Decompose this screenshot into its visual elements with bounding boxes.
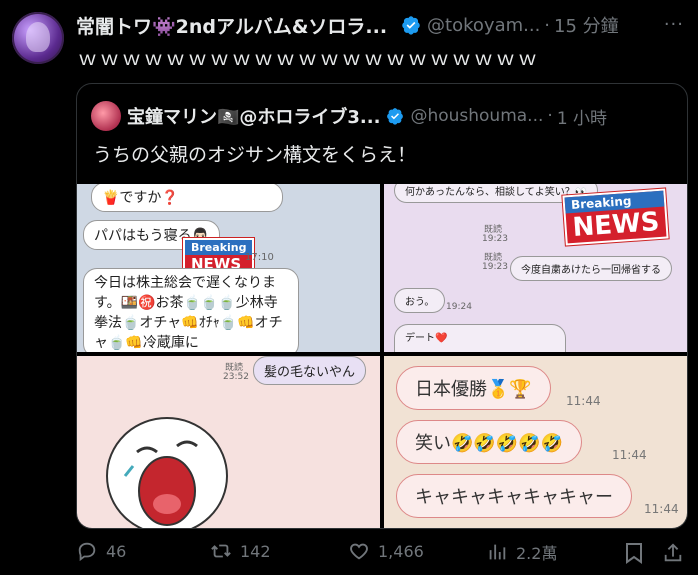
message-time: 19:23 xyxy=(482,262,508,272)
chat-image-2[interactable]: 何かあったんなら、相談してよ笑い？👀 Breaking NEWS 既読 19:2… xyxy=(384,184,687,352)
image-grid: 🍟ですか❓ パパはもう寝る👨🏻 Breaking NEWS 17:10 今日は株… xyxy=(77,184,687,528)
post-header: 常闇トワ👾2ndアルバム&ソロラ... @tokoyam... · 15 分鐘 xyxy=(76,10,686,40)
action-bar: 46 142 1,466 2.2萬 xyxy=(76,540,686,570)
verified-badge-icon xyxy=(402,16,420,35)
quote-author-handle[interactable]: @houshouma... xyxy=(410,106,543,126)
share-icon[interactable] xyxy=(662,542,684,564)
shouting-character-sticker xyxy=(106,417,228,528)
repost-icon xyxy=(211,544,231,558)
chat-bubble-long: 今日は株主総会で遅くなります。🍱㊗️お茶🍵🍵🍵少林寺拳法🍵オチャ👊ｵﾁｬ🍵👊オチ… xyxy=(83,268,299,352)
chat-image-3[interactable]: 既読 23:52 髪の毛ないやん xyxy=(77,356,380,528)
chat-bubble: 髪の毛ないやん xyxy=(253,356,367,385)
chat-bubble: キャキャキャキャキャー xyxy=(396,474,632,518)
quote-text: うちの父親のオジサン構文をくらえ！ xyxy=(93,144,417,166)
chat-image-4[interactable]: 日本優勝🥇🏆 11:44 笑い🤣🤣🤣🤣🤣 11:44 キャキャキャキャキャー 1… xyxy=(384,356,687,528)
message-time: 19:23 xyxy=(482,234,508,244)
chat-bubble: 日本優勝🥇🏆 xyxy=(396,366,551,410)
author-name[interactable]: 常闇トワ👾2ndアルバム&ソロラ... xyxy=(76,12,387,39)
views-count: 2.2萬 xyxy=(516,544,558,563)
news-bottom-label: NEWS xyxy=(571,206,661,243)
more-options-icon[interactable]: ··· xyxy=(664,14,684,35)
chat-bubble: デート❤️ xyxy=(394,324,566,352)
chat-image-1[interactable]: 🍟ですか❓ パパはもう寝る👨🏻 Breaking NEWS 17:10 今日は株… xyxy=(77,184,380,352)
chat-bubble: 笑い🤣🤣🤣🤣🤣 xyxy=(396,420,583,464)
views-button[interactable]: 2.2萬 xyxy=(486,540,557,564)
quote-author-avatar[interactable] xyxy=(91,101,121,131)
post-time[interactable]: 15 分鐘 xyxy=(554,12,619,38)
quoted-post[interactable]: 宝鐘マリン🏴‍☠️@ホロライブ3... @houshouma... · 1 小時… xyxy=(76,83,688,529)
chat-bubble: おう。 xyxy=(394,288,446,313)
author-handle[interactable]: @tokoyam... xyxy=(427,15,540,36)
message-time: 17:10 xyxy=(245,252,274,263)
quote-author-name[interactable]: 宝鐘マリン🏴‍☠️@ホロライブ3... xyxy=(127,103,380,129)
reply-count: 46 xyxy=(106,541,127,561)
verified-badge-icon xyxy=(387,108,404,125)
message-time: 11:44 xyxy=(612,448,647,462)
message-time: 11:44 xyxy=(644,502,679,516)
message-time: 11:44 xyxy=(566,394,601,408)
post-text: ｗｗｗｗｗｗｗｗｗｗｗｗｗｗｗｗｗｗｗｗｗ xyxy=(78,48,541,70)
reply-button[interactable]: 46 xyxy=(76,540,126,562)
quote-header: 宝鐘マリン🏴‍☠️@ホロライブ3... @houshouma... · 1 小時 xyxy=(91,101,607,131)
message-time: 23:52 xyxy=(223,372,249,382)
bookmark-icon[interactable] xyxy=(624,542,644,564)
heart-icon xyxy=(350,543,368,560)
views-chart-icon xyxy=(489,544,506,560)
chat-bubble: 今度自粛あけたら一回帰省する xyxy=(510,256,672,281)
like-count: 1,466 xyxy=(378,541,424,561)
reply-icon xyxy=(78,542,96,562)
separator-dot: · xyxy=(547,106,553,126)
repost-count: 142 xyxy=(240,541,271,561)
separator-dot: · xyxy=(544,14,551,36)
repost-button[interactable]: 142 xyxy=(210,540,271,562)
chat-bubble: 🍟ですか❓ xyxy=(91,184,283,212)
author-avatar[interactable] xyxy=(12,12,64,64)
news-top-label: Breaking xyxy=(185,240,253,255)
breaking-news-sticker: Breaking NEWS xyxy=(562,188,669,246)
message-time: 19:24 xyxy=(446,302,472,312)
quote-time[interactable]: 1 小時 xyxy=(557,104,607,129)
like-button[interactable]: 1,466 xyxy=(348,540,424,562)
